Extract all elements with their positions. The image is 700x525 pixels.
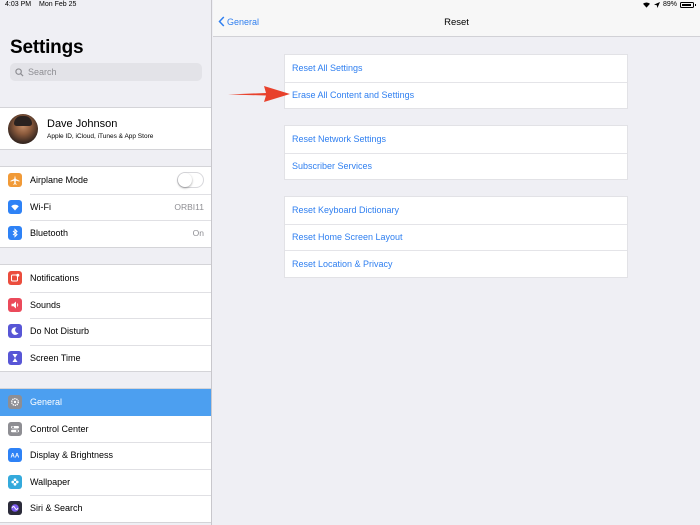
reset-home-screen-layout-button[interactable]: Reset Home Screen Layout: [285, 223, 627, 251]
reset-network-settings-button[interactable]: Reset Network Settings: [285, 126, 627, 153]
sidebar-item-wifi[interactable]: Wi-Fi ORBI11: [0, 193, 211, 221]
sidebar-item-do-not-disturb[interactable]: Do Not Disturb: [0, 318, 211, 345]
sidebar-item-label: Bluetooth: [30, 228, 69, 239]
sidebar-item-label: Siri & Search: [30, 503, 83, 514]
sidebar-item-label: General: [30, 397, 63, 408]
status-date: Mon Feb 25: [39, 1, 77, 8]
battery-icon: [680, 1, 696, 8]
reset-group-3: Reset Keyboard Dictionary Reset Home Scr…: [284, 196, 628, 278]
sidebar-title: Settings: [10, 37, 84, 58]
profile-name: Dave Johnson: [47, 117, 118, 130]
notifications-group: Notifications Sounds Do Not Disturb Scre…: [0, 264, 211, 372]
reset-keyboard-dictionary-button[interactable]: Reset Keyboard Dictionary: [285, 197, 627, 224]
sidebar-item-display-brightness[interactable]: AA Display & Brightness: [0, 442, 211, 469]
red-arrow-annotation-icon: [228, 86, 290, 102]
sidebar-item-label: Sounds: [30, 299, 61, 310]
sounds-icon: [8, 297, 22, 312]
status-bar: 4:03 PM Mon Feb 25 89%: [0, 0, 700, 11]
wifi-status-icon: [642, 2, 650, 8]
airplane-icon: [8, 173, 22, 188]
notifications-icon: [8, 271, 22, 286]
moon-icon: [8, 324, 22, 339]
reset-all-settings-button[interactable]: Reset All Settings: [285, 55, 627, 82]
profile-subtitle: Apple ID, iCloud, iTunes & App Store: [47, 132, 154, 140]
sidebar-item-label: Airplane Mode: [30, 175, 89, 186]
sidebar-item-label: Display & Brightness: [30, 450, 114, 461]
battery-percent: 89%: [662, 1, 677, 8]
sidebar-item-label: Wallpaper: [30, 476, 71, 487]
sidebar-item-siri-search[interactable]: Siri & Search: [0, 495, 211, 522]
connectivity-group: Airplane Mode Wi-Fi ORBI11 Bluetooth On: [0, 166, 211, 248]
reset-group-1: Reset All Settings Erase All Content and…: [284, 54, 628, 109]
sidebar-item-bluetooth[interactable]: Bluetooth On: [0, 220, 211, 247]
location-status-icon: [653, 1, 660, 8]
sidebar-item-general[interactable]: General: [0, 389, 211, 416]
status-time: 4:03 PM: [5, 1, 32, 8]
bluetooth-value: On: [192, 228, 204, 239]
sidebar-item-screen-time[interactable]: Screen Time: [0, 344, 211, 372]
erase-all-content-button[interactable]: Erase All Content and Settings: [285, 81, 627, 109]
airplane-mode-toggle[interactable]: [177, 172, 204, 188]
search-icon: [15, 67, 24, 77]
text-size-icon: AA: [8, 448, 22, 463]
svg-text:AA: AA: [11, 454, 20, 460]
sidebar-item-notifications[interactable]: Notifications: [0, 265, 211, 292]
reset-group-2: Reset Network Settings Subscriber Servic…: [284, 125, 628, 180]
hourglass-icon: [8, 350, 22, 365]
general-group: General Control Center AA Display & Brig…: [0, 388, 211, 523]
apple-id-profile[interactable]: Dave Johnson Apple ID, iCloud, iTunes & …: [0, 107, 211, 150]
sidebar-item-airplane-mode[interactable]: Airplane Mode: [0, 167, 211, 194]
sidebar-item-label: Wi-Fi: [30, 201, 51, 212]
settings-sidebar: Settings Dave Johnson Apple ID, iCloud, …: [0, 0, 212, 525]
search-input[interactable]: [28, 67, 188, 77]
sidebar-item-control-center[interactable]: Control Center: [0, 416, 211, 443]
reset-detail-pane: General Reset Reset All Settings Erase A…: [213, 0, 700, 525]
bluetooth-icon: [8, 226, 22, 241]
sidebar-item-label: Screen Time: [30, 352, 81, 363]
sidebar-item-label: Control Center: [30, 423, 89, 434]
gear-icon: [8, 395, 22, 410]
search-field[interactable]: [10, 63, 202, 81]
subscriber-services-button[interactable]: Subscriber Services: [285, 152, 627, 180]
sidebar-item-label: Notifications: [30, 273, 80, 284]
avatar: [8, 113, 38, 144]
flower-icon: [8, 474, 22, 489]
sidebar-item-sounds[interactable]: Sounds: [0, 291, 211, 319]
switches-icon: [8, 421, 22, 436]
wifi-icon: [8, 199, 22, 214]
sidebar-item-wallpaper[interactable]: Wallpaper: [0, 468, 211, 496]
wifi-network-value: ORBI11: [174, 201, 204, 212]
siri-icon: [8, 501, 22, 516]
reset-location-privacy-button[interactable]: Reset Location & Privacy: [285, 250, 627, 277]
page-title: Reset: [444, 17, 469, 28]
sidebar-item-label: Do Not Disturb: [30, 326, 90, 337]
